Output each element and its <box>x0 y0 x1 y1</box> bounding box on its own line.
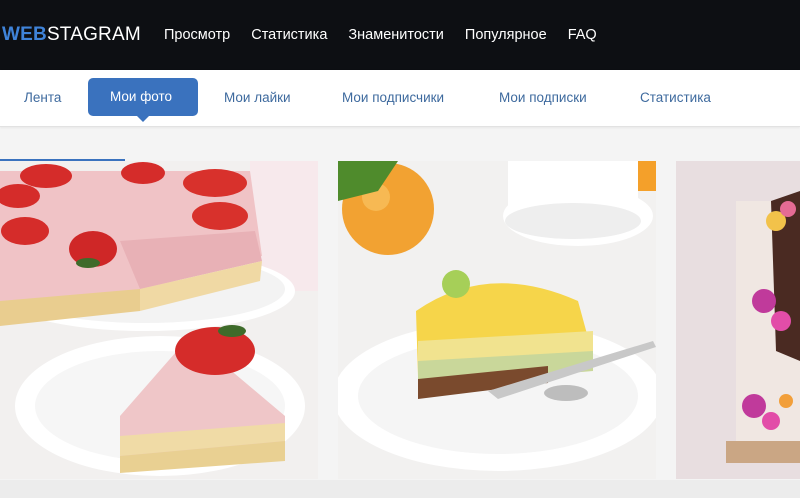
site-logo[interactable]: WEBSTAGRAM <box>2 23 141 47</box>
nav-item-faq[interactable]: FAQ <box>568 26 597 46</box>
decorated-tiered-cake-photo[interactable] <box>676 161 800 479</box>
tab-statistics[interactable]: Статистика <box>640 90 711 105</box>
citrus-mousse-cake-photo[interactable] <box>338 161 656 479</box>
bottom-strip <box>0 480 800 498</box>
tab-my-followers[interactable]: Мои подписчики <box>342 90 444 105</box>
profile-tabs: Лента Мои фото Мои лайки Мои подписчики … <box>0 70 800 127</box>
logo-rest: STAGRAM <box>46 24 141 45</box>
nav-item-celebrities[interactable]: Знаменитости <box>348 26 444 46</box>
strawberry-mousse-cake-photo[interactable] <box>0 161 318 479</box>
active-tab-caret <box>137 116 149 122</box>
logo-accent: WEB <box>2 24 47 45</box>
top-navbar: WEBSTAGRAM Просмотр Статистика Знаменито… <box>0 0 800 70</box>
nav-item-browse[interactable]: Просмотр <box>164 26 230 46</box>
tab-my-photos[interactable]: Мои фото <box>88 78 198 122</box>
tab-my-following[interactable]: Мои подписки <box>499 90 587 105</box>
tab-my-likes[interactable]: Мои лайки <box>224 90 291 105</box>
tab-my-photos-label: Мои фото <box>110 89 173 104</box>
nav-item-statistics[interactable]: Статистика <box>251 26 327 46</box>
main-menu: Просмотр Статистика Знаменитости Популяр… <box>164 26 618 46</box>
nav-item-popular[interactable]: Популярное <box>465 26 547 46</box>
tab-feed[interactable]: Лента <box>24 90 61 105</box>
